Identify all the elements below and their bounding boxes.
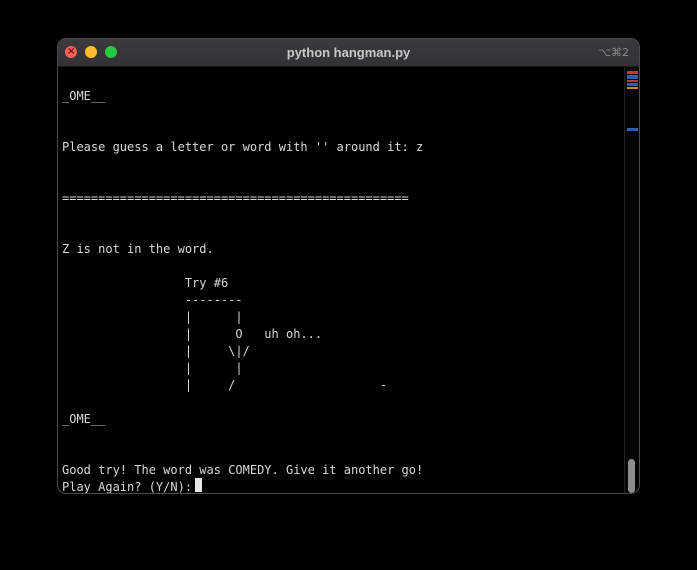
title-bar[interactable]: × python hangman.py ⌥⌘2: [58, 39, 639, 67]
minimap-mark-blue: [627, 83, 638, 86]
feedback-message: Z is not in the word.: [62, 242, 214, 256]
gallows-body: | |: [62, 361, 243, 375]
window-title: python hangman.py: [286, 45, 411, 60]
guess-prompt: Please guess a letter or word with '' ar…: [62, 140, 424, 154]
gallows-head: | O uh oh...: [62, 327, 323, 341]
word-progress: _OME__: [62, 89, 106, 103]
minimap-mark-orange: [627, 87, 638, 89]
scrollbar[interactable]: [624, 67, 639, 493]
text-cursor: [195, 478, 202, 492]
scrollbar-thumb[interactable]: [628, 459, 635, 493]
game-over-message: Good try! The word was COMEDY. Give it a…: [62, 463, 424, 477]
terminal-output[interactable]: _OME__ Please guess a letter or word wit…: [58, 67, 625, 493]
window-shortcut: ⌥⌘2: [598, 46, 629, 59]
terminal-window: × python hangman.py ⌥⌘2 _OME__ Please gu…: [57, 38, 640, 494]
gallows-arms: | \|/: [62, 344, 250, 358]
minimap-mark-red: [627, 71, 638, 74]
play-again-prompt: Play Again? (Y/N):: [62, 480, 200, 494]
gallows-beam: --------: [62, 293, 243, 307]
word-progress-final: _OME__: [62, 412, 106, 426]
try-counter: Try #6: [62, 276, 229, 290]
minimap-mark-blue: [627, 128, 638, 131]
gallows-rope: | |: [62, 310, 243, 324]
separator-line: ========================================…: [62, 191, 409, 205]
minimap-mark-blue: [627, 75, 638, 79]
minimap-mark-red: [627, 80, 638, 82]
gallows-legs: | / -: [62, 378, 388, 392]
